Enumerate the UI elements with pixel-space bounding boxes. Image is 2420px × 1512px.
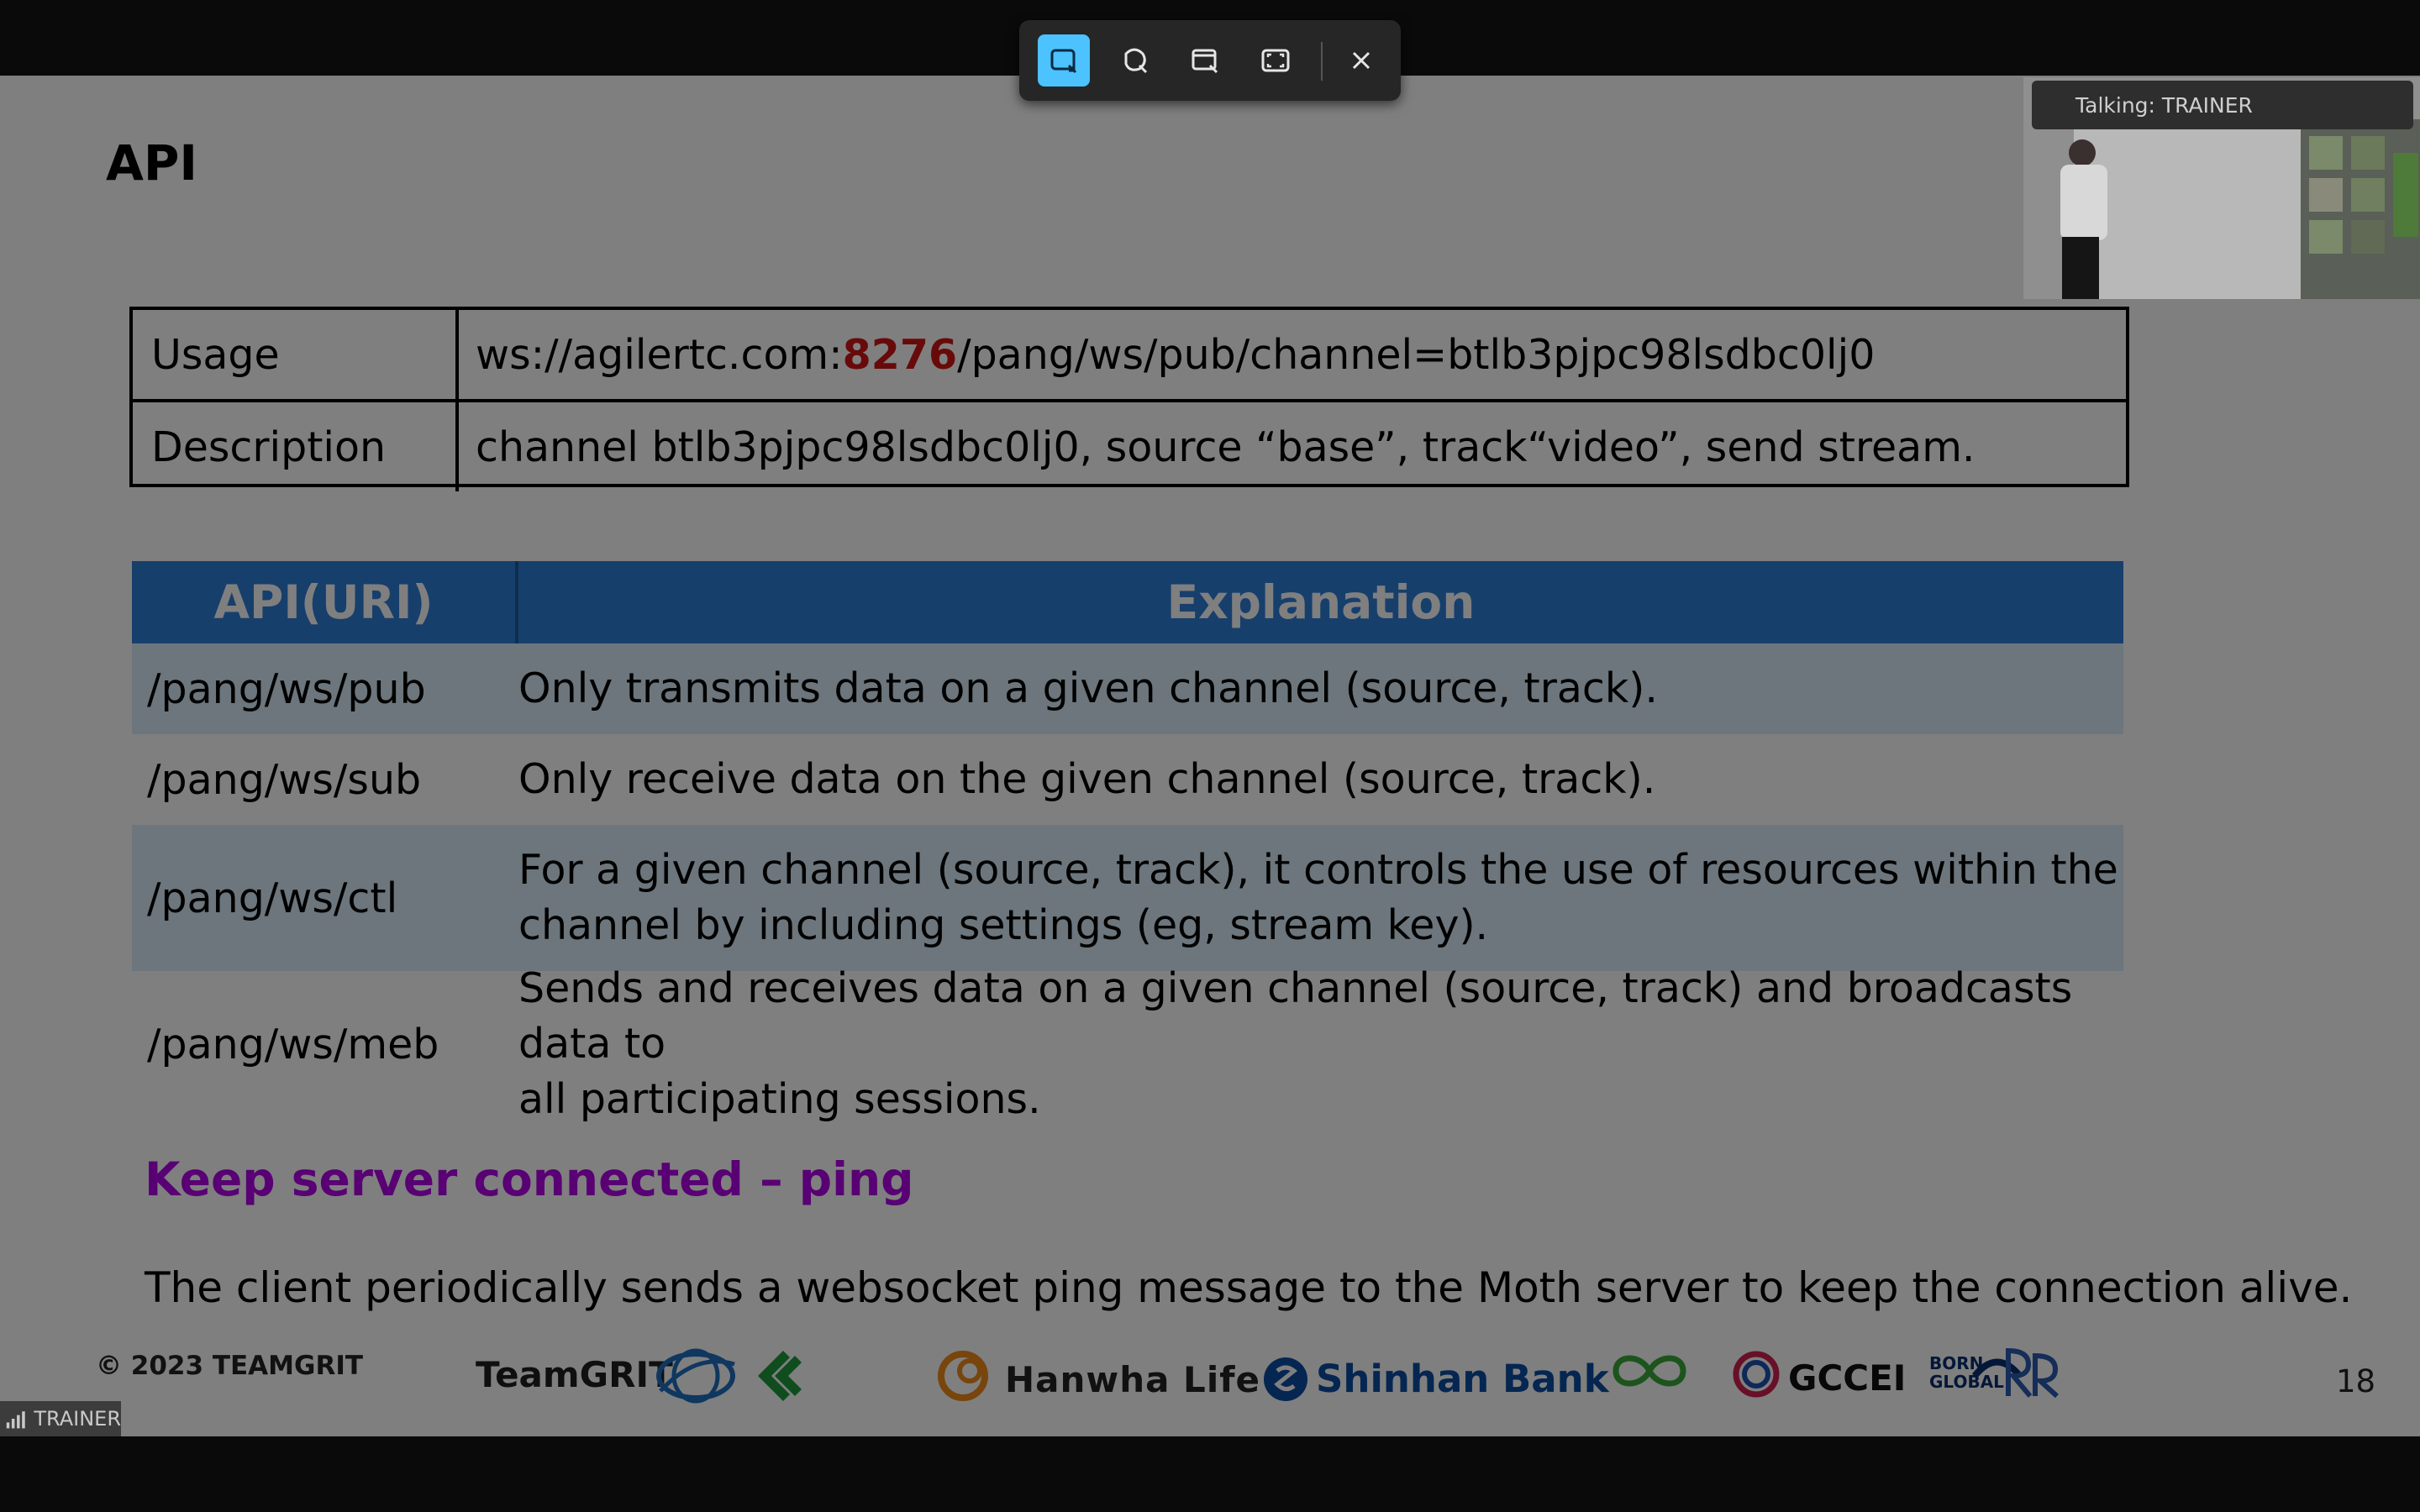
api-table: API(URI) Explanation /pang/ws/pub Only t… bbox=[132, 561, 2123, 1123]
api-uri: /pang/ws/pub bbox=[147, 664, 426, 713]
shinhan-bank-logo: Shinhan Bank bbox=[1316, 1357, 1609, 1401]
description-key: Description bbox=[133, 402, 459, 491]
close-snip-button[interactable] bbox=[1335, 34, 1387, 87]
table-row: /pang/ws/meb Sends and receives data on … bbox=[132, 964, 2123, 1123]
header-api-uri: API(URI) bbox=[132, 561, 518, 643]
bottom-black-bar bbox=[0, 1436, 2420, 1512]
snip-toolbar bbox=[1019, 20, 1401, 101]
freeform-snip-button[interactable] bbox=[1108, 34, 1160, 87]
signal-bars-icon bbox=[6, 1411, 25, 1429]
usage-url-port: 8276 bbox=[842, 330, 958, 379]
freeform-snip-icon bbox=[1124, 48, 1148, 74]
table-row: /pang/ws/sub Only receive data on the gi… bbox=[132, 734, 2123, 825]
api-uri: /pang/ws/sub bbox=[147, 755, 422, 804]
api-explanation: Only receive data on the given channel (… bbox=[518, 752, 2123, 807]
api-explanation: Only transmits data on a given channel (… bbox=[518, 661, 2123, 717]
gccei-logo: GCCEI bbox=[1788, 1357, 1907, 1399]
close-icon bbox=[1352, 51, 1370, 70]
usage-url: ws://agilertc.com: 8276/pang/ws/pub/chann… bbox=[459, 310, 2126, 399]
explanation-line: Sends and receives data on a given chann… bbox=[518, 964, 2073, 1068]
teamgrit-logo: TeamGRIT bbox=[476, 1354, 673, 1395]
ping-paragraph: The client periodically sends a websocke… bbox=[145, 1263, 2353, 1312]
api-explanation: Sends and receives data on a given chann… bbox=[518, 961, 2123, 1127]
description-row: Description channel btlb3pjpc98lsdbc0lj0… bbox=[133, 399, 2126, 491]
talking-indicator: Talking: TRAINER bbox=[2032, 81, 2413, 129]
header-explanation: Explanation bbox=[1166, 575, 1476, 629]
api-uri: /pang/ws/meb bbox=[147, 1020, 439, 1068]
explanation-line: For a given channel (source, track), it … bbox=[518, 846, 2118, 894]
table-row: /pang/ws/pub Only transmits data on a gi… bbox=[132, 643, 2123, 734]
table-row: /pang/ws/ctl For a given channel (source… bbox=[132, 825, 2123, 971]
speaker-tag: TRAINER bbox=[0, 1401, 121, 1436]
explanation-line: all participating sessions. bbox=[518, 1075, 1041, 1123]
hanwha-flame-icon bbox=[938, 1351, 988, 1401]
api-table-header: API(URI) Explanation bbox=[132, 561, 2123, 643]
explanation-line: Only transmits data on a given channel (… bbox=[518, 664, 1658, 712]
rectangle-snip-icon bbox=[1050, 49, 1077, 74]
usage-row: Usage ws://agilertc.com: 8276/pang/ws/pub… bbox=[133, 310, 2126, 399]
rectangle-snip-button[interactable] bbox=[1038, 34, 1090, 87]
window-snip-button[interactable] bbox=[1179, 34, 1231, 87]
page-number: 18 bbox=[2336, 1363, 2376, 1399]
usage-table: Usage ws://agilertc.com: 8276/pang/ws/pub… bbox=[129, 307, 2129, 491]
fullscreen-snip-button[interactable] bbox=[1249, 34, 1302, 87]
infinity-logo-icon bbox=[1612, 1355, 1686, 1387]
gccei-ring-icon bbox=[1733, 1351, 1780, 1398]
toolbar-separator bbox=[1321, 42, 1323, 81]
usage-url-prefix: ws://agilertc.com: bbox=[476, 330, 843, 379]
fullscreen-snip-icon bbox=[1261, 49, 1290, 72]
explanation-line: channel by including settings (eg, strea… bbox=[518, 901, 1489, 949]
speaker-name: TRAINER bbox=[34, 1407, 121, 1431]
description-value: channel btlb3pjpc98lsdbc0lj0, source “ba… bbox=[476, 423, 1975, 471]
slide-title: API bbox=[106, 134, 197, 192]
shinhan-emblem-icon bbox=[1264, 1357, 1307, 1401]
usage-key: Usage bbox=[133, 310, 459, 399]
window-snip-icon bbox=[1192, 49, 1218, 74]
hanwha-life-logo: Hanwha Life bbox=[1005, 1359, 1260, 1400]
api-uri: /pang/ws/ctl bbox=[147, 874, 398, 922]
rr-monogram-icon bbox=[2006, 1347, 2060, 1399]
teamgrit-globe-icon bbox=[656, 1348, 735, 1404]
green-chevron-logo-icon bbox=[758, 1351, 802, 1401]
copyright-text: © 2023 TEAMGRIT bbox=[96, 1351, 364, 1381]
explanation-line: Only receive data on the given channel (… bbox=[518, 755, 1656, 803]
ping-subheading: Keep server connected – ping bbox=[145, 1152, 914, 1206]
api-explanation: For a given channel (source, track), it … bbox=[518, 843, 2123, 953]
usage-url-suffix: /pang/ws/pub/channel=btlb3pjpc98lsdbc0lj… bbox=[957, 330, 1876, 379]
